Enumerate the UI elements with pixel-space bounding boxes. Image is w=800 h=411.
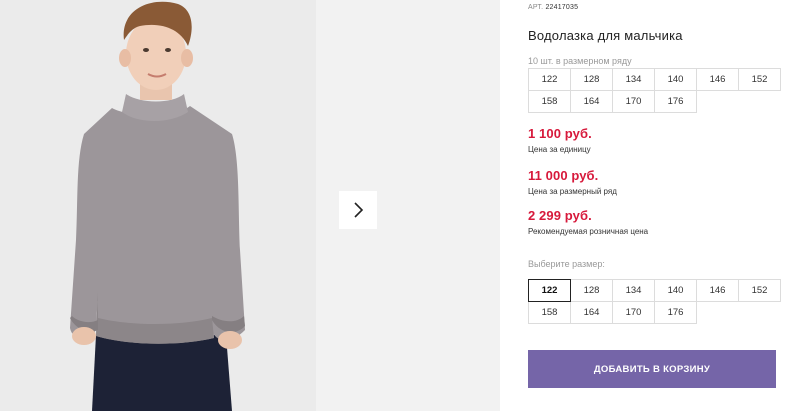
size-option[interactable]: 146 <box>696 279 739 302</box>
size-option[interactable]: 170 <box>612 301 655 324</box>
size-option[interactable]: 152 <box>738 279 781 302</box>
chevron-right-icon <box>354 202 364 218</box>
size-option[interactable]: 128 <box>570 279 613 302</box>
unit-price: 1 100 руб. <box>528 126 592 141</box>
size-selector: 122 128 134 140 146 152 158 164 170 176 <box>528 279 781 324</box>
sku: АРТ. 22417035 <box>528 4 578 11</box>
size-option[interactable]: 158 <box>528 301 571 324</box>
gallery-next-button[interactable] <box>339 191 377 229</box>
sku-value: 22417035 <box>545 4 579 11</box>
add-to-cart-button[interactable]: ДОБАВИТЬ В КОРЗИНУ <box>528 350 776 388</box>
pack-size-cell: 146 <box>696 68 739 91</box>
size-option[interactable]: 176 <box>654 301 697 324</box>
size-option[interactable]: 140 <box>654 279 697 302</box>
pack-size-cell: 152 <box>738 68 781 91</box>
pack-size-grid: 122 128 134 140 146 152 158 164 170 176 <box>528 68 781 113</box>
pack-price-label: Цена за размерный ряд <box>528 187 617 196</box>
product-title: Водолазка для мальчика <box>528 28 683 43</box>
pack-size-cell: 176 <box>654 90 697 113</box>
pack-size-cell: 158 <box>528 90 571 113</box>
pack-size-cell: 134 <box>612 68 655 91</box>
pack-size-cell: 164 <box>570 90 613 113</box>
unit-price-label: Цена за единицу <box>528 145 591 154</box>
product-gallery <box>0 0 316 411</box>
product-photo <box>0 0 316 411</box>
size-option[interactable]: 134 <box>612 279 655 302</box>
pack-note: 10 шт. в размерном ряду <box>528 56 632 66</box>
pack-size-cell: 140 <box>654 68 697 91</box>
size-select-label: Выберите размер: <box>528 259 605 269</box>
size-option[interactable]: 164 <box>570 301 613 324</box>
size-option-selected[interactable]: 122 <box>528 279 571 302</box>
product-info: АРТ. 22417035 Водолазка для мальчика 10 … <box>528 0 800 411</box>
pack-size-cell: 170 <box>612 90 655 113</box>
pack-price: 11 000 руб. <box>528 168 599 183</box>
pack-size-cell: 128 <box>570 68 613 91</box>
pack-size-cell: 122 <box>528 68 571 91</box>
retail-price: 2 299 руб. <box>528 208 592 223</box>
retail-price-label: Рекомендуемая розничная цена <box>528 227 649 236</box>
sku-label: АРТ. <box>528 4 544 11</box>
